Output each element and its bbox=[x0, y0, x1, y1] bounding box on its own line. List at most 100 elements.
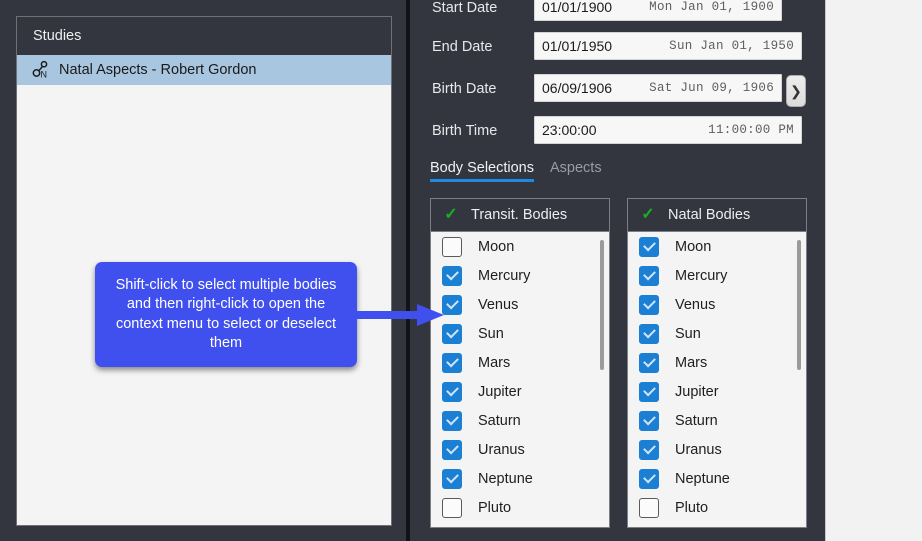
form-row-birth-time: Birth Time bbox=[432, 116, 532, 146]
list-item-label: Neptune bbox=[478, 470, 533, 487]
list-item[interactable]: Saturn bbox=[431, 406, 609, 435]
list-item[interactable]: Venus bbox=[431, 290, 609, 319]
end-date-hint: Sun Jan 01, 1950 bbox=[669, 39, 794, 53]
list-item[interactable]: Neptune bbox=[628, 464, 806, 493]
checkbox-checked[interactable] bbox=[442, 468, 462, 489]
list-item[interactable]: Uranus bbox=[628, 435, 806, 464]
list-item-label: Venus bbox=[675, 296, 716, 313]
birth-date-label: Birth Date bbox=[432, 81, 497, 97]
checkbox-checked[interactable] bbox=[639, 410, 659, 431]
checkbox-checked[interactable] bbox=[639, 323, 659, 344]
end-date-field[interactable]: 01/01/1950 Sun Jan 01, 1950 bbox=[534, 32, 802, 60]
outer-page-background bbox=[825, 0, 922, 541]
list-item-label: Saturn bbox=[675, 412, 718, 429]
callout-tooltip: Shift-click to select multiple bodies an… bbox=[95, 262, 357, 367]
checkbox-checked[interactable] bbox=[639, 381, 659, 402]
checkbox-checked[interactable] bbox=[639, 439, 659, 460]
birth-date-field[interactable]: 06/09/1906 Sat Jun 09, 1906 bbox=[534, 74, 782, 102]
list-item-label: Mars bbox=[478, 354, 511, 371]
list-item[interactable]: Uranus bbox=[431, 435, 609, 464]
checkbox-unchecked[interactable] bbox=[639, 526, 659, 527]
tab-bar: Body Selections Aspects bbox=[430, 160, 602, 182]
callout-text: Shift-click to select multiple bodies an… bbox=[115, 277, 337, 351]
list-item-label: Moon bbox=[478, 238, 515, 255]
checkbox-checked[interactable] bbox=[639, 265, 659, 286]
list-item[interactable]: Pluto bbox=[431, 493, 609, 522]
list-item[interactable]: Sun bbox=[431, 319, 609, 348]
natal-bodies-title: Natal Bodies bbox=[668, 207, 751, 223]
list-item[interactable]: Jupiter bbox=[628, 377, 806, 406]
checkbox-unchecked[interactable] bbox=[442, 497, 462, 518]
green-check-icon[interactable]: ✓ bbox=[628, 207, 668, 223]
natal-bodies-header[interactable]: ✓ Natal Bodies bbox=[628, 199, 806, 232]
form-row-end-date: End Date bbox=[432, 32, 532, 62]
study-list-item[interactable]: N Natal Aspects - Robert Gordon bbox=[17, 55, 391, 85]
list-item[interactable]: Mercury bbox=[431, 261, 609, 290]
list-item-label: Mercury bbox=[478, 267, 531, 284]
checkbox-checked[interactable] bbox=[442, 265, 462, 286]
list-item-label: Jupiter bbox=[675, 383, 719, 400]
checkbox-checked[interactable] bbox=[639, 236, 659, 257]
checkbox-checked[interactable] bbox=[442, 294, 462, 315]
natal-bodies-list: ✓ Natal Bodies Moon Mercury Venus Sun Ma… bbox=[627, 198, 807, 528]
tab-body-selections[interactable]: Body Selections bbox=[430, 160, 534, 182]
list-item-label: Mars bbox=[675, 354, 708, 371]
list-item-label: Jupiter bbox=[478, 383, 522, 400]
natal-list-scrollbar[interactable] bbox=[797, 240, 801, 370]
study-node-icon: N bbox=[29, 60, 53, 80]
checkbox-checked[interactable] bbox=[442, 323, 462, 344]
chevron-right-icon[interactable]: ❯ bbox=[786, 75, 806, 107]
list-item[interactable]: Mercury bbox=[628, 261, 806, 290]
list-item[interactable]: Neptune bbox=[431, 464, 609, 493]
start-date-label: Start Date bbox=[432, 0, 498, 16]
checkbox-checked[interactable] bbox=[639, 294, 659, 315]
form-row-start-date: Start Date bbox=[432, 0, 532, 23]
list-item-label: Venus bbox=[478, 296, 519, 313]
natal-bodies-rows[interactable]: Moon Mercury Venus Sun Mars Jupiter Satu… bbox=[628, 232, 806, 527]
checkbox-checked[interactable] bbox=[639, 352, 659, 373]
transit-bodies-title: Transit. Bodies bbox=[471, 207, 568, 223]
birth-date-hint: Sat Jun 09, 1906 bbox=[649, 81, 774, 95]
tab-aspects[interactable]: Aspects bbox=[550, 160, 602, 182]
start-date-field[interactable]: 01/01/1900 Mon Jan 01, 1900 bbox=[534, 0, 782, 21]
birth-time-field[interactable]: 23:00:00 11:00:00 PM bbox=[534, 116, 802, 144]
list-item-label: Mercury bbox=[675, 267, 728, 284]
tab-body-selections-label: Body Selections bbox=[430, 160, 534, 176]
studies-title: Studies bbox=[33, 28, 82, 44]
list-item[interactable]: Pluto bbox=[628, 493, 806, 522]
list-item-partial[interactable] bbox=[628, 522, 806, 527]
start-date-hint: Mon Jan 01, 1900 bbox=[649, 0, 774, 14]
list-item-label: Sun bbox=[675, 325, 701, 342]
checkbox-unchecked[interactable] bbox=[442, 236, 462, 257]
checkbox-unchecked[interactable] bbox=[639, 497, 659, 518]
list-item-label: Uranus bbox=[675, 441, 722, 458]
checkbox-checked[interactable] bbox=[442, 410, 462, 431]
list-item[interactable]: Jupiter bbox=[431, 377, 609, 406]
start-date-value: 01/01/1900 bbox=[542, 0, 613, 15]
list-item[interactable]: Saturn bbox=[628, 406, 806, 435]
checkbox-unchecked[interactable] bbox=[442, 526, 462, 527]
app-root: Studies N Natal Aspects - Robert Gordon … bbox=[0, 0, 922, 541]
form-row-birth-date: Birth Date bbox=[432, 74, 532, 104]
birth-time-hint: 11:00:00 PM bbox=[708, 123, 794, 137]
transit-bodies-header[interactable]: ✓ Transit. Bodies bbox=[431, 199, 609, 232]
checkbox-checked[interactable] bbox=[639, 468, 659, 489]
checkbox-checked[interactable] bbox=[442, 439, 462, 460]
list-item[interactable]: Sun bbox=[628, 319, 806, 348]
list-item-label: Saturn bbox=[478, 412, 521, 429]
list-item[interactable]: Moon bbox=[628, 232, 806, 261]
list-item-partial[interactable] bbox=[431, 522, 609, 527]
list-item[interactable]: Venus bbox=[628, 290, 806, 319]
list-item-label: Uranus bbox=[478, 441, 525, 458]
list-item[interactable]: Mars bbox=[628, 348, 806, 377]
list-item[interactable]: Moon bbox=[431, 232, 609, 261]
transit-list-scrollbar[interactable] bbox=[600, 240, 604, 370]
transit-bodies-rows[interactable]: Moon Mercury Venus Sun Mars Jupiter Satu… bbox=[431, 232, 609, 527]
list-item[interactable]: Mars bbox=[431, 348, 609, 377]
checkbox-checked[interactable] bbox=[442, 352, 462, 373]
tab-aspects-label: Aspects bbox=[549, 160, 602, 176]
green-check-icon[interactable]: ✓ bbox=[431, 207, 471, 223]
checkbox-checked[interactable] bbox=[442, 381, 462, 402]
list-item-label: Pluto bbox=[675, 499, 709, 516]
list-item-label: Neptune bbox=[675, 470, 730, 487]
